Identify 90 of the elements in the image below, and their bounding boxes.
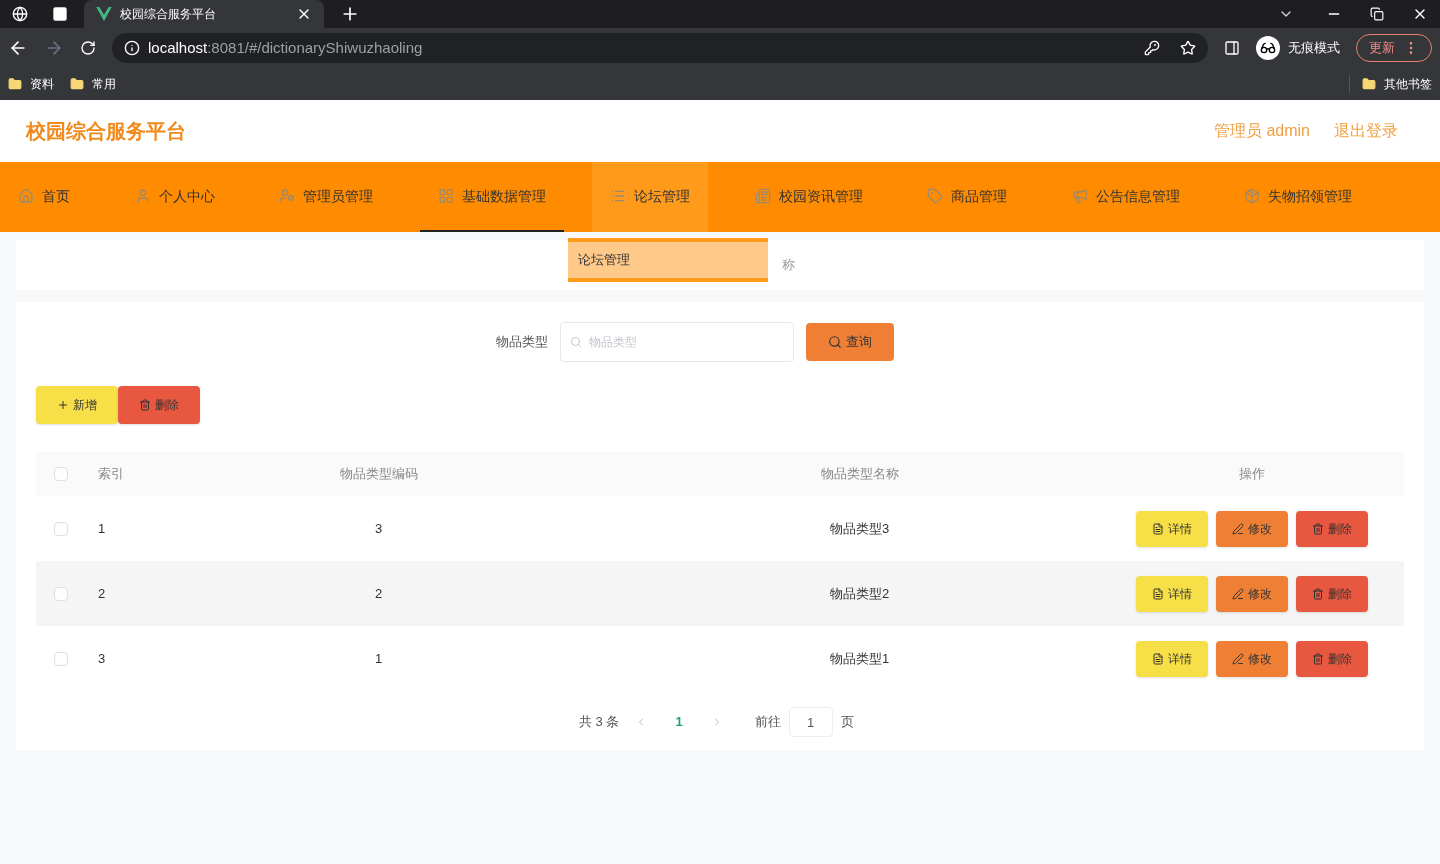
nav-item[interactable]: 管理员管理 [261, 162, 391, 232]
table-cell-text: 2 [373, 584, 384, 603]
grid-icon [437, 188, 454, 204]
search-field[interactable]: 物品类型 [560, 322, 794, 362]
delete-button[interactable]: 删除 [118, 386, 200, 424]
v-logo-icon [96, 7, 112, 21]
column-header: 索引 [97, 465, 125, 484]
tab-title: 校园综合服务平台 [120, 6, 217, 23]
search-button[interactable]: 查询 [806, 323, 894, 361]
edit-button[interactable]: 修改 [1216, 575, 1288, 612]
breadcrumb-text: 称 [782, 256, 795, 275]
nav-item[interactable]: 商品管理 [909, 162, 1025, 232]
table-cell-text: 1 [97, 519, 107, 538]
delete-icon [1312, 652, 1324, 665]
column-header: 物品类型名称 [819, 465, 900, 484]
nav-item[interactable]: 失物招领管理 [1226, 162, 1370, 232]
edit-icon [1232, 522, 1244, 535]
detail-button[interactable]: 详情 [1136, 510, 1208, 547]
table-cell-text: 1 [373, 649, 384, 668]
detail-icon [1152, 522, 1164, 535]
star-icon[interactable] [1180, 40, 1196, 56]
tag-icon [927, 188, 943, 204]
search-label: 物品类型 [496, 333, 548, 352]
total-count: 共 3 条 [579, 713, 620, 732]
add-button[interactable]: 新增 [36, 386, 118, 424]
detail-button[interactable]: 详情 [1136, 640, 1208, 677]
page-number[interactable]: 1 [663, 712, 695, 732]
other-bookmarks[interactable]: 其他书签 [1349, 75, 1432, 93]
notice-icon [1071, 188, 1088, 204]
search-icon [570, 336, 582, 348]
folder-icon [1362, 77, 1376, 91]
list-icon [610, 188, 626, 204]
detail-icon [1152, 587, 1164, 600]
globe-icon[interactable] [12, 6, 28, 22]
nav-item[interactable]: 公告信息管理 [1053, 162, 1198, 232]
bookmark[interactable]: 常用 [70, 75, 116, 93]
key-icon[interactable] [1144, 40, 1160, 56]
checkbox[interactable] [54, 651, 68, 666]
table-cell-text: 3 [373, 519, 384, 538]
browser-tab[interactable]: 校园综合服务平台 [84, 0, 324, 28]
edit-icon [1232, 587, 1244, 600]
user-label: 管理员 admin [1213, 121, 1310, 141]
folder-icon [8, 77, 22, 91]
edit-icon [1232, 652, 1244, 665]
profile-label[interactable]: 无痕模式 [1288, 38, 1340, 58]
table-cell-text: 3 [97, 649, 107, 668]
folder-icon [70, 77, 84, 91]
admin-icon [279, 188, 295, 204]
delete-icon [1312, 522, 1324, 535]
table-cell-text: 物品类型2 [828, 584, 891, 603]
search-icon [828, 335, 842, 349]
detail-icon [1152, 652, 1164, 665]
checkbox[interactable] [54, 586, 68, 601]
home-icon [18, 188, 34, 204]
delete-icon [139, 399, 151, 411]
address-bar[interactable]: localhost:8081/#/dictionaryShiwuzhaoling [112, 33, 1208, 63]
page-input[interactable]: 1 [788, 707, 833, 737]
delete-button[interactable]: 删除 [1296, 640, 1368, 677]
edit-button[interactable]: 修改 [1216, 510, 1288, 547]
nav-item[interactable]: 校园资讯管理 [736, 162, 881, 232]
add-icon [57, 399, 69, 411]
delete-icon [1312, 587, 1324, 600]
restore-icon[interactable] [1370, 7, 1384, 21]
nav-item[interactable]: 论坛管理 [592, 162, 708, 232]
url-text: localhost:8081/#/dictionaryShiwuzhaoling [148, 37, 423, 58]
checkbox[interactable] [54, 521, 68, 536]
window-icon[interactable] [52, 6, 68, 22]
checkbox[interactable] [54, 467, 68, 481]
page-suffix: 页 [840, 713, 854, 732]
column-header: 物品类型编码 [338, 465, 419, 484]
incognito-icon [1256, 36, 1280, 60]
edit-button[interactable]: 修改 [1216, 640, 1288, 677]
menu-item[interactable]: 论坛管理 [568, 250, 768, 270]
side-panel-icon[interactable] [1224, 40, 1240, 56]
nav-item[interactable]: 首页 [0, 162, 88, 232]
info-icon [124, 40, 140, 56]
site-title: 校园综合服务平台 [26, 119, 186, 144]
table-cell-text: 物品类型1 [828, 649, 891, 668]
table-cell-text: 2 [97, 584, 107, 603]
nav-item[interactable]: 个人中心 [116, 162, 233, 232]
box-icon [1244, 188, 1260, 204]
delete-button[interactable]: 删除 [1296, 510, 1368, 547]
news-icon [754, 188, 771, 204]
reload-icon[interactable] [80, 40, 96, 56]
bookmark[interactable]: 资料 [8, 75, 54, 93]
goto-label: 前往 [754, 713, 781, 732]
delete-button[interactable]: 删除 [1296, 575, 1368, 612]
detail-button[interactable]: 详情 [1136, 575, 1208, 612]
table-cell-text: 物品类型3 [828, 519, 891, 538]
column-header: 操作 [1238, 465, 1266, 484]
